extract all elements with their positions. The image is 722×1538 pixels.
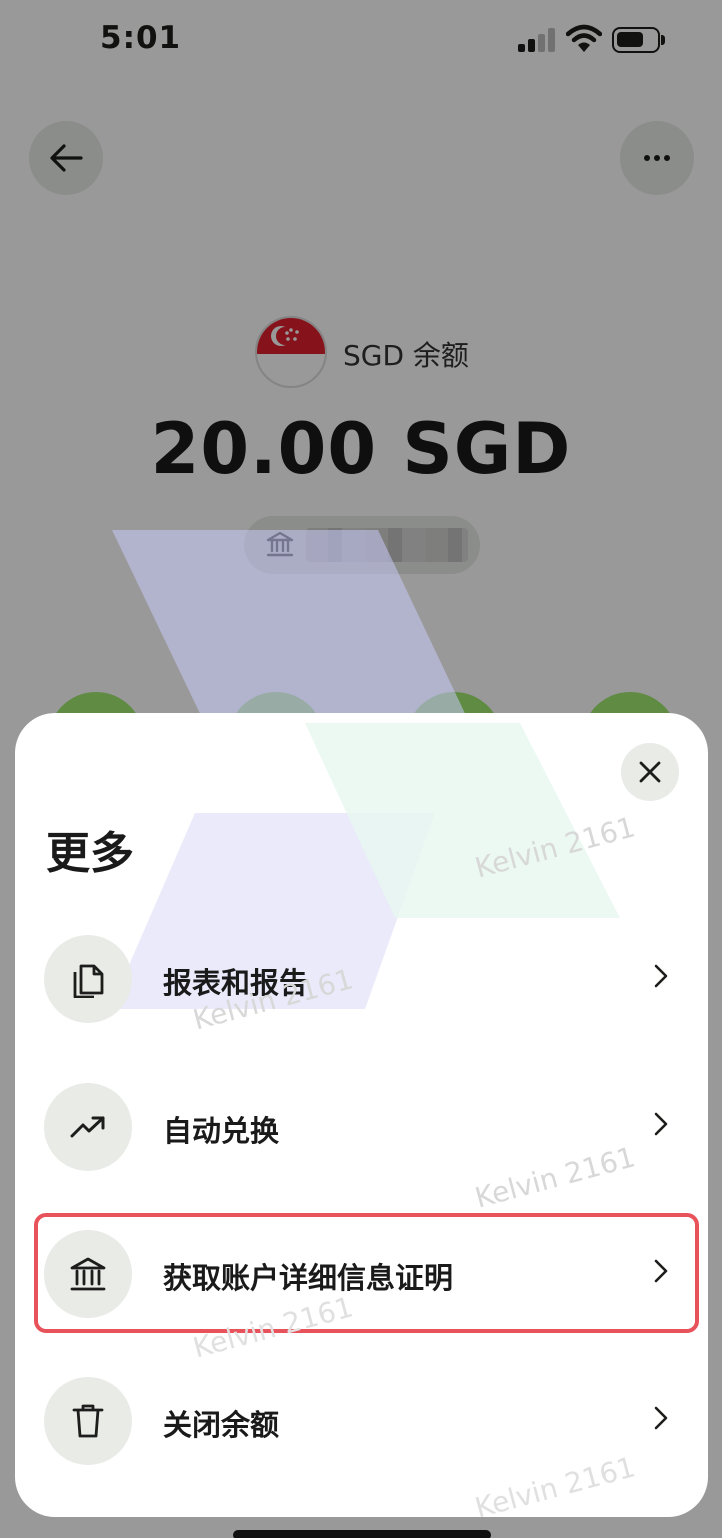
chevron-right-icon <box>654 1112 668 1136</box>
close-icon <box>639 761 661 783</box>
document-icon <box>73 964 104 998</box>
menu-item-label: 关闭余额 <box>163 1408 280 1442</box>
watermark-text: Kelvin 2161 <box>471 810 639 885</box>
menu-icon-container <box>44 1083 132 1171</box>
home-indicator[interactable] <box>233 1530 491 1538</box>
close-button[interactable] <box>621 743 679 801</box>
menu-icon-container <box>44 935 132 1023</box>
menu-item-close-balance[interactable]: 关闭余额 <box>15 1361 708 1481</box>
menu-item-label: 报表和报告 <box>163 966 309 1000</box>
trash-icon <box>72 1404 104 1438</box>
more-bottom-sheet: 更多 报表和报告 自动兑换 获取账户详细信息证明 关闭余额 Kelvin 216… <box>15 713 708 1525</box>
highlight-box <box>34 1213 699 1333</box>
sheet-title: 更多 <box>46 828 134 879</box>
menu-item-auto-conversion[interactable]: 自动兑换 <box>15 1067 708 1187</box>
menu-item-label: 自动兑换 <box>163 1114 280 1148</box>
menu-icon-container <box>44 1377 132 1465</box>
menu-item-statements-reports[interactable]: 报表和报告 <box>15 919 708 1039</box>
trending-up-icon <box>70 1116 105 1138</box>
chevron-right-icon <box>654 1406 668 1430</box>
chevron-right-icon <box>654 964 668 988</box>
